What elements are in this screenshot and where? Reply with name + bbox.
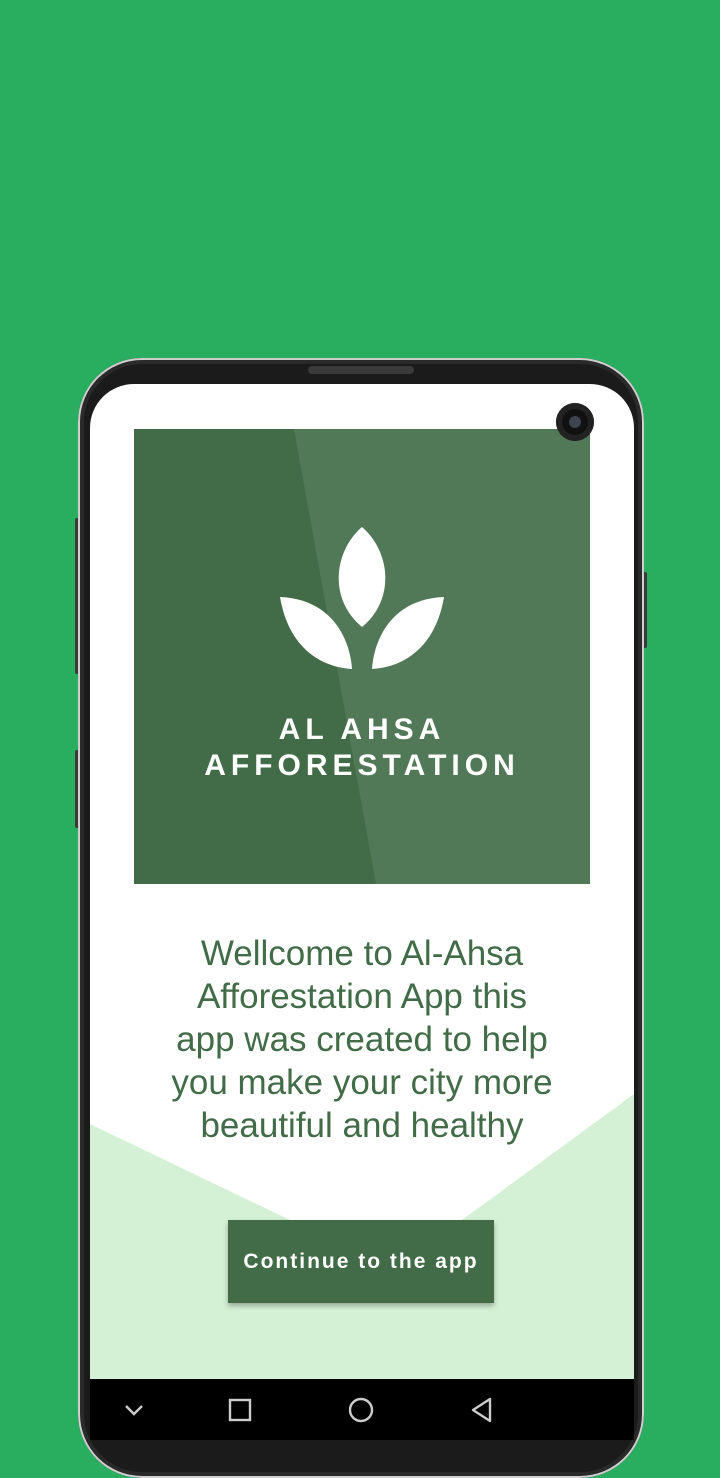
leaf-icon xyxy=(280,527,444,669)
phone-screen: AL AHSA AFFORESTATION Wellcome to Al-Ahs… xyxy=(90,384,634,1440)
home-icon[interactable] xyxy=(347,1396,375,1424)
logo-title-line1: AL AHSA xyxy=(278,713,446,746)
chevron-down-icon[interactable] xyxy=(120,1396,148,1424)
system-nav-bar xyxy=(90,1379,634,1440)
earpiece-speaker xyxy=(308,366,414,374)
logo-title-line2: AFFORESTATION xyxy=(204,749,520,782)
recents-icon[interactable] xyxy=(226,1396,254,1424)
continue-button[interactable]: Continue to the app xyxy=(228,1220,494,1303)
app-logo: AL AHSA AFFORESTATION xyxy=(134,429,590,884)
welcome-text: Wellcome to Al-Ahsa Afforestation App th… xyxy=(171,934,553,1145)
back-icon[interactable] xyxy=(468,1396,496,1424)
front-camera xyxy=(556,403,594,441)
